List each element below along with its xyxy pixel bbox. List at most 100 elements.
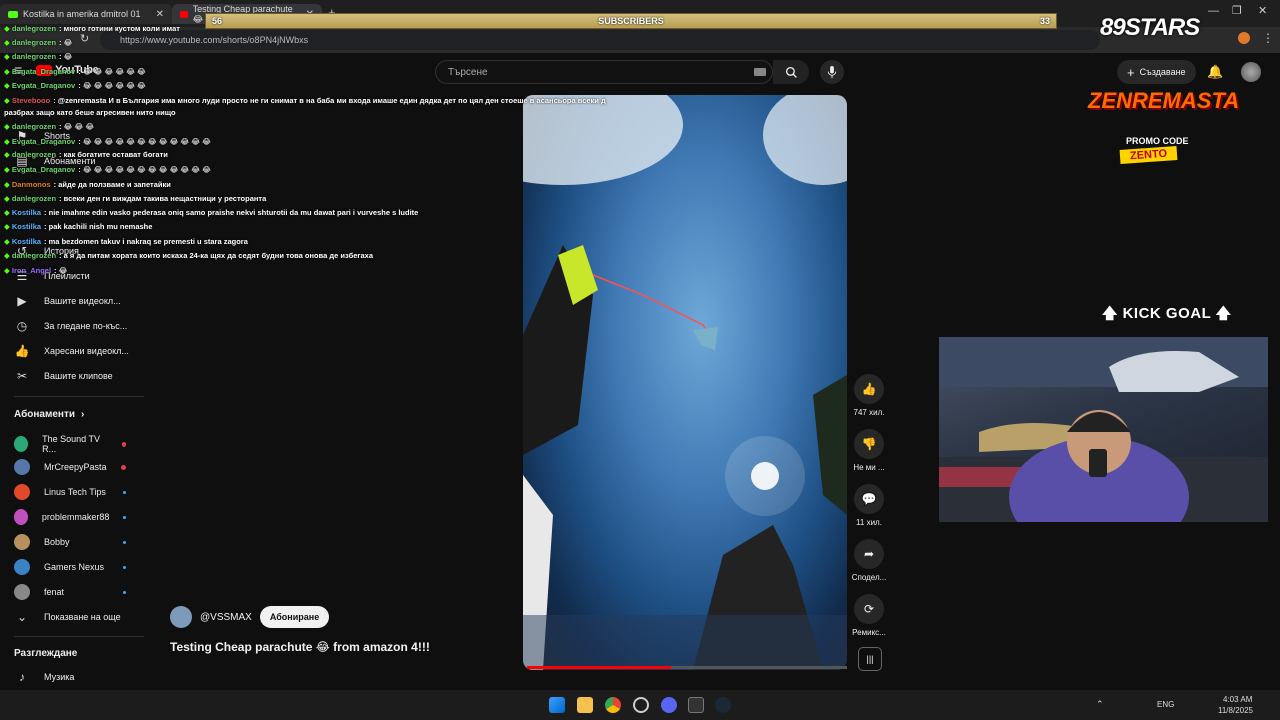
chat-username[interactable]: danlegrozen xyxy=(12,150,56,159)
chat-text: @zenremasta И в България има много луди … xyxy=(57,96,606,105)
play-square-icon: ▶ xyxy=(17,294,27,308)
chat-username[interactable]: Danmonos xyxy=(12,180,51,189)
subscription-label: Gamers Nexus xyxy=(44,562,105,572)
language-indicator[interactable]: ENG xyxy=(1157,700,1174,709)
remix-action[interactable]: ⟳ Ремикс... xyxy=(852,594,886,637)
video-frame xyxy=(523,95,847,670)
menu-kebab-icon[interactable]: ⋮ xyxy=(1262,31,1274,45)
clock-time[interactable]: 4:03 AM xyxy=(1223,695,1252,704)
obs-icon[interactable] xyxy=(633,697,649,713)
chat-text: 😂 😂 😂 😂 😂 😂 xyxy=(82,81,146,90)
subscription-item[interactable]: problemmaker88 xyxy=(14,509,126,525)
chat-username[interactable]: Evgata_Draganov xyxy=(12,81,75,90)
chat-text: pak kachili nish mu nemashe xyxy=(48,222,153,231)
avatar[interactable] xyxy=(1241,62,1261,82)
remix-icon[interactable]: ⟳ xyxy=(854,594,884,624)
search-input[interactable]: Търсене xyxy=(435,60,773,84)
chat-message: ◆ danlegrozen: 😂 😂 😂 xyxy=(4,122,94,131)
close-window-icon[interactable]: ✕ xyxy=(1258,4,1267,17)
chrome-icon[interactable] xyxy=(605,697,621,713)
keyboard-icon[interactable] xyxy=(754,68,766,76)
channel-avatar[interactable] xyxy=(170,606,192,628)
sidebar-item-clips[interactable]: ✂ Вашите клипове xyxy=(14,369,113,383)
channel-name[interactable]: @VSSMAX xyxy=(200,612,252,623)
browser-tab[interactable]: Kostilka in amerika dmitrol 01 ✕ xyxy=(0,4,172,24)
steam-icon[interactable] xyxy=(715,697,731,713)
chat-username[interactable]: Evgata_Draganov xyxy=(12,67,75,76)
chevron-up-icon[interactable]: ⌃ xyxy=(1096,699,1104,710)
sidebar-item-label: Вашите видеокл... xyxy=(44,296,121,306)
channel-avatar xyxy=(14,584,30,600)
sidebar-item-your-videos[interactable]: ▶ Вашите видеокл... xyxy=(14,294,121,308)
search-placeholder: Търсене xyxy=(448,66,488,78)
url-field[interactable]: https://www.youtube.com/shorts/o8PN4jNWb… xyxy=(100,30,1100,50)
subscriptions-header[interactable]: Абонаменти › xyxy=(14,409,84,420)
subscription-label: Bobby xyxy=(44,537,70,547)
close-tab-icon[interactable]: ✕ xyxy=(156,9,164,20)
search-button[interactable] xyxy=(773,60,809,84)
channel-avatar xyxy=(14,436,29,452)
notifications-bell-icon[interactable]: 🔔 xyxy=(1207,64,1223,80)
maximize-icon[interactable]: ❐ xyxy=(1232,4,1242,17)
windows-start-icon[interactable] xyxy=(549,697,565,713)
chat-username[interactable]: Stevebooo xyxy=(12,96,50,105)
chat-username[interactable]: danlegrozen xyxy=(12,24,56,33)
chat-username[interactable]: danlegrozen xyxy=(12,251,56,260)
sidebar-item-watch-later[interactable]: ◷ За гледане по-къс... xyxy=(14,319,128,333)
chat-username[interactable]: danlegrozen xyxy=(12,194,56,203)
chat-username[interactable]: Kostilka xyxy=(12,237,41,246)
like-count: 747 хил. xyxy=(853,408,885,417)
sidebar-item-liked[interactable]: 👍 Харесани видеокл... xyxy=(14,344,129,358)
chat-username[interactable]: danlegrozen xyxy=(12,122,56,131)
file-explorer-icon[interactable] xyxy=(577,697,593,713)
terminal-icon[interactable] xyxy=(688,697,704,713)
subscription-item[interactable]: Gamers Nexus xyxy=(14,559,126,575)
discord-icon[interactable] xyxy=(661,697,677,713)
subscription-item[interactable]: Linus Tech Tips xyxy=(14,484,126,500)
short-video-player[interactable] xyxy=(523,95,847,670)
chat-text: разбрах защо като беше агресивен нито ни… xyxy=(4,108,176,117)
thumbs-up-icon[interactable]: 👍 xyxy=(854,374,884,404)
comment-icon[interactable]: 💬 xyxy=(854,484,884,514)
subscription-item[interactable]: fenat xyxy=(14,584,126,600)
reload-icon[interactable]: ↻ xyxy=(80,32,89,45)
chat-username[interactable]: Kostilka xyxy=(12,208,41,217)
chat-text: как богатите остават богати xyxy=(63,150,168,159)
subscription-item[interactable]: The Sound TV R... xyxy=(14,434,126,454)
thumbs-down-icon[interactable]: 👎 xyxy=(854,429,884,459)
minimize-icon[interactable]: — xyxy=(1208,5,1219,17)
subscribe-button[interactable]: Абониране xyxy=(259,606,330,628)
streamer-webcam xyxy=(939,337,1268,522)
dislike-action[interactable]: 👎 Не ми ... xyxy=(853,429,885,472)
chat-message: ◆ Kostilka: ma bezdomen takuv i nakraq s… xyxy=(4,237,248,246)
chat-username[interactable]: Evgata_Draganov xyxy=(12,137,75,146)
create-label: Създаване xyxy=(1139,67,1186,77)
chat-text: всеки ден ги виждам такива нещастници у … xyxy=(63,194,267,203)
chat-message: ◆ Evgata_Draganov: 😂 😂 😂 😂 😂 😂 😂 😂 😂 😂 😂… xyxy=(4,137,211,146)
short-title: Testing Cheap parachute 😂 from amazon 4!… xyxy=(170,640,430,654)
audio-track-icon[interactable]: ||| xyxy=(858,647,882,671)
chat-username[interactable]: danlegrozen xyxy=(12,52,56,61)
show-more-button[interactable]: ⌄ Показване на още xyxy=(14,610,121,624)
chat-username[interactable]: danlegrozen xyxy=(12,38,56,47)
extension-icon[interactable] xyxy=(1238,32,1250,44)
chat-message: ◆ Iron_Angel: 😂 xyxy=(4,266,67,275)
comments-action[interactable]: 💬 11 хил. xyxy=(853,484,885,527)
chat-username[interactable]: Iron_Angel xyxy=(12,266,51,275)
subscription-item[interactable]: Bobby xyxy=(14,534,126,550)
clock-date[interactable]: 11/8/2025 xyxy=(1218,706,1253,715)
voice-search-button[interactable] xyxy=(820,60,844,84)
share-icon[interactable]: ➦ xyxy=(854,539,884,569)
share-action[interactable]: ➦ Сподел... xyxy=(852,539,886,582)
subscription-item[interactable]: MrCreepyPasta xyxy=(14,459,126,475)
chat-text: ma bezdomen takuv i nakraq se premesti u… xyxy=(48,237,248,246)
like-action[interactable]: 👍 747 хил. xyxy=(853,374,885,417)
clock-icon: ◷ xyxy=(16,319,28,333)
chat-username[interactable]: Evgata_Draganov xyxy=(12,165,75,174)
chat-username[interactable]: Kostilka xyxy=(12,222,41,231)
create-button[interactable]: + Създаване xyxy=(1117,60,1196,84)
dislike-label: Не ми ... xyxy=(853,463,885,472)
subscription-label: The Sound TV R... xyxy=(42,434,100,454)
sidebar-item-music[interactable]: ♪ Музика xyxy=(14,670,74,684)
promo-subtitle: PROMO CODE xyxy=(1126,136,1189,146)
